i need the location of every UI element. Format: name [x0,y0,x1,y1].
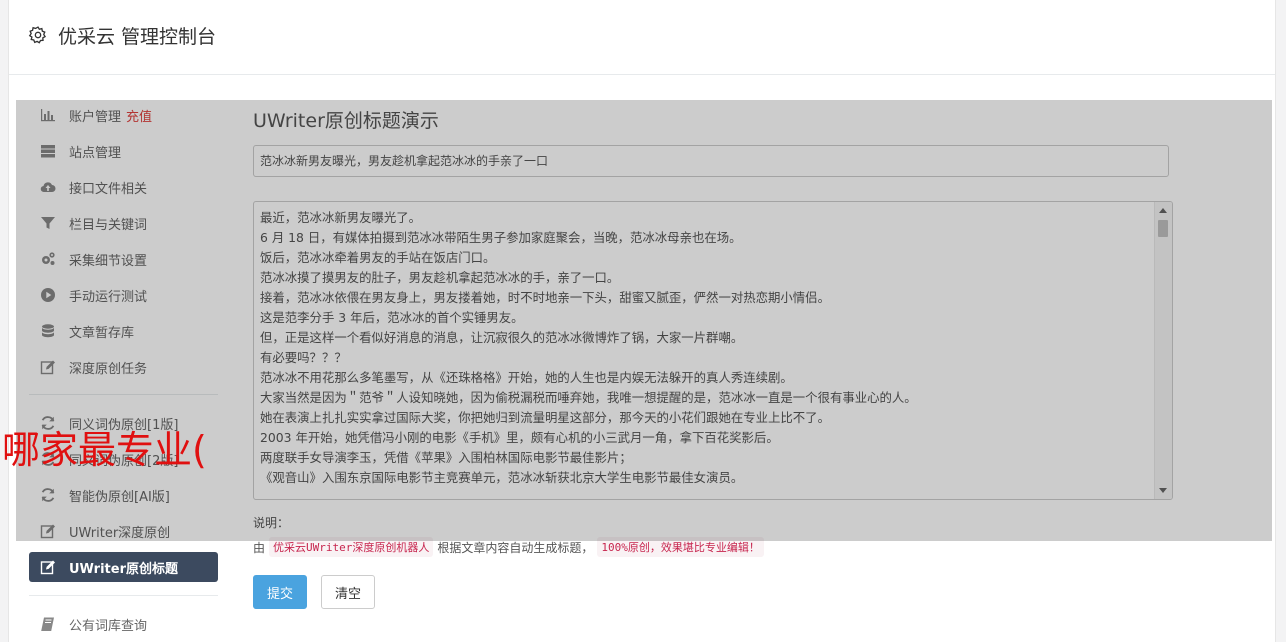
app-frame: 优采云 管理控制台 账户管理 充值 站点管理 接口文件相关 栏目与关键词 采集细… [8,0,1276,642]
book-icon [41,617,54,631]
sidebar-item-uwriter-title[interactable]: UWriter原创标题 [29,552,218,582]
sidebar-item-label: 站点管理 [69,145,122,161]
explain-text: 由 优采云UWriter深度原创机器人 根据文章内容自动生成标题， 100%原创… [253,537,764,557]
sidebar-item-label: 智能伪原创[AI版] [69,489,170,505]
content-line: 范冰冰摸了摸男友的肚子，男友趁机拿起范冰冰的手，亲了一口。 [260,270,620,285]
content-line: 接着，范冰冰依偎在男友身上，男友搂着她，时不时地亲一下头，甜蜜又腻歪，俨然一对热… [260,290,830,305]
content-line: 饭后，范冰冰牵着男友的手站在饭店门口。 [260,250,496,265]
sidebar-item-label: 深度原创任务 [69,361,148,377]
sidebar-item-ai-rewrite[interactable]: 智能伪原创[AI版] [29,480,218,510]
explain-label: 说明： [253,516,290,530]
content-line: 《观音山》入围东京国际电影节主竞赛单元，范冰冰斩获北京大学生电影节最佳女演员。 [260,470,744,485]
scroll-up-arrow-icon[interactable] [1159,208,1167,213]
page-title: UWriter原创标题演示 [253,110,439,132]
sidebar-item-manual-run[interactable]: 手动运行测试 [29,280,218,310]
explain-mid: 根据文章内容自动生成标题， [437,540,594,555]
clear-button[interactable]: 清空 [321,575,375,609]
refresh-icon [41,488,55,502]
watermark-text: 哪家最专业( [2,428,207,472]
sidebar-divider [29,394,218,395]
content-line: 两度联手女导演李玉，凭借《苹果》入围柏林国际电影节最佳影片； [260,450,632,465]
sidebar-item-article-store[interactable]: 文章暂存库 [29,316,218,346]
sidebar-item-label: 栏目与关键词 [69,217,148,233]
sidebar-item-label: 接口文件相关 [69,181,148,197]
sidebar-item-public-lexicon[interactable]: 公有词库查询 [29,609,218,639]
sidebar-divider [29,595,218,596]
content-line: 大家当然是因为＂范爷＂人设知晓她，因为偷税漏税而唾弃她，我唯一想提醒的是，范冰冰… [260,390,917,405]
filter-icon [41,217,55,229]
sidebar-item-interface[interactable]: 接口文件相关 [29,172,218,202]
cogs-icon [42,252,55,265]
server-icon [41,145,55,158]
sidebar-item-label: UWriter原创标题 [69,561,178,577]
play-circle-icon [41,288,55,302]
gear-icon [28,26,47,44]
sidebar-item-deep-task[interactable]: 深度原创任务 [29,352,218,382]
edit-icon [40,360,55,375]
content-line: 最近，范冰冰新男友曝光了。 [260,210,422,225]
sidebar-item-label: 手动运行测试 [69,289,148,305]
app-title: 优采云 管理控制台 [58,26,217,48]
edit-icon [40,524,55,539]
sidebar-item-account[interactable]: 账户管理 充值 [29,100,218,130]
explain-prefix: 由 [253,540,266,555]
title-input[interactable] [253,145,1169,177]
scrollbar-thumb[interactable] [1158,220,1168,237]
sidebar-item-label: UWriter深度原创 [69,525,171,541]
sidebar-item-label: 采集细节设置 [69,253,148,269]
database-icon [42,324,54,338]
recharge-link[interactable]: 充值 [126,106,152,125]
bar-chart-icon [41,109,55,122]
sidebar-item-columns[interactable]: 栏目与关键词 [29,208,218,238]
content-line: 2003 年开始，她凭借冯小刚的电影《手机》里，颇有心机的小三武月一角，拿下百花… [260,430,779,445]
scroll-down-arrow-icon[interactable] [1159,488,1167,493]
header: 优采云 管理控制台 [9,0,1275,75]
content-line: 她在表演上扎扎实实拿过国际大奖，你把她归到流量明星这部分，那今天的小花们跟她在专… [260,410,830,425]
content-textarea[interactable]: 最近，范冰冰新男友曝光了。 6 月 18 日，有媒体拍摄到范冰冰带陌生男子参加家庭… [253,201,1173,500]
edit-icon [40,560,55,575]
explain-code-robot: 优采云UWriter深度原创机器人 [269,537,434,557]
content-line: 但，正是这样一个看似好消息的消息，让沉寂很久的范冰冰微博炸了锅，大家一片群嘲。 [260,330,744,345]
sidebar-item-uwriter-deep[interactable]: UWriter深度原创 [29,516,218,546]
content-line: 有必要吗？？？ [260,350,347,365]
sidebar-item-label: 公有词库查询 [69,618,148,634]
content-line: 这是范李分手 3 年后，范冰冰的首个实锤男友。 [260,310,524,325]
textarea-scrollbar[interactable] [1154,202,1172,499]
cloud-upload-icon [40,182,56,193]
submit-button[interactable]: 提交 [253,575,307,609]
sidebar-item-collect-settings[interactable]: 采集细节设置 [29,244,218,274]
content-line: 范冰冰不用花那么多笔墨写，从《还珠格格》开始，她的人生也是内娱无法躲开的真人秀连… [260,370,793,385]
explain-code-original: 100%原创，效果堪比专业编辑！ [597,537,764,557]
content-line: 6 月 18 日，有媒体拍摄到范冰冰带陌生男子参加家庭聚会，当晚，范冰冰母亲也在… [260,230,742,245]
sidebar-item-label: 账户管理 [69,109,122,125]
sidebar-item-sites[interactable]: 站点管理 [29,136,218,166]
sidebar-item-label: 文章暂存库 [69,325,135,341]
content-text: 最近，范冰冰新男友曝光了。 6 月 18 日，有媒体拍摄到范冰冰带陌生男子参加家庭… [260,208,1152,488]
